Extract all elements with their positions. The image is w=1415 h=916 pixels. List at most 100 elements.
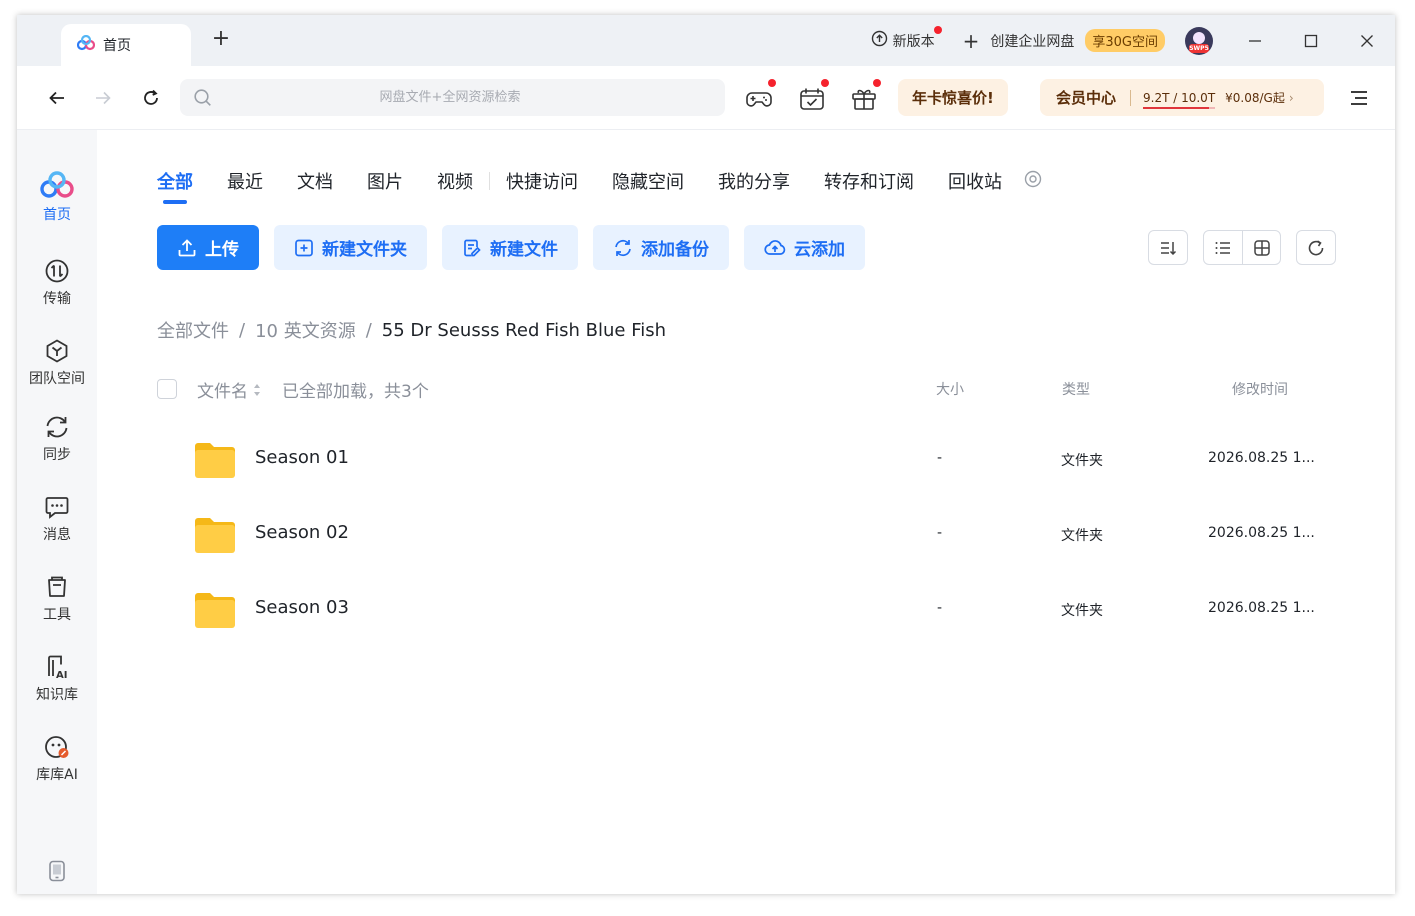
new-folder-button[interactable]: 新建文件夹 xyxy=(274,225,427,270)
sync-icon xyxy=(46,416,68,438)
tab-settings-icon[interactable] xyxy=(1024,170,1042,192)
netdisk-logo-icon xyxy=(40,171,74,198)
sidebar-item-team-space[interactable]: 团队空间 xyxy=(17,338,97,388)
tab-documents[interactable]: 文档 xyxy=(297,168,333,194)
sidebar-item-tools[interactable]: 工具 xyxy=(17,574,97,624)
new-version-label: 新版本 xyxy=(892,33,935,50)
grid-view-button[interactable] xyxy=(1242,230,1280,265)
backup-sync-icon xyxy=(615,239,631,256)
sidebar-item-knowledge-base[interactable]: AI 知识库 xyxy=(17,654,97,704)
toolbar: 年卡惊喜价! 会员中心 9.2T / 10.0T ¥0.08/G起 › xyxy=(17,66,1395,130)
table-row[interactable]: Season 02 - 文件夹 2026.08.25 1... xyxy=(157,505,1395,565)
sidebar-item-transfer[interactable]: 传输 xyxy=(17,258,97,308)
tab-recycle-bin[interactable]: 回收站 xyxy=(948,168,1002,194)
list-icon xyxy=(1215,241,1230,254)
calendar-check-icon xyxy=(800,88,824,110)
divider xyxy=(1130,89,1132,106)
sidebar-item-sync[interactable]: 同步 xyxy=(17,414,97,464)
sort-toggle-icon xyxy=(254,383,260,396)
select-all-checkbox[interactable] xyxy=(157,379,177,399)
tab-transfers-subscriptions[interactable]: 转存和订阅 xyxy=(824,168,914,194)
minimize-button[interactable] xyxy=(1227,15,1283,66)
file-name[interactable]: Season 02 xyxy=(255,522,349,543)
annual-promo-button[interactable]: 年卡惊喜价! xyxy=(898,79,1008,116)
search-box[interactable] xyxy=(180,79,725,116)
tab-images[interactable]: 图片 xyxy=(367,168,403,194)
maximize-button[interactable] xyxy=(1283,15,1339,66)
vip-center-button[interactable]: 会员中心 9.2T / 10.0T ¥0.08/G起 › xyxy=(1040,79,1324,116)
mobile-device-button[interactable] xyxy=(17,860,97,882)
tab-recent[interactable]: 最近 xyxy=(227,168,263,194)
folder-icon xyxy=(193,515,237,559)
add-backup-button[interactable]: 添加备份 xyxy=(593,225,729,270)
main-menu-button[interactable] xyxy=(1348,87,1370,109)
close-button[interactable] xyxy=(1339,15,1395,66)
breadcrumb-item[interactable]: 全部文件 xyxy=(157,317,229,343)
kuku-ai-icon xyxy=(45,736,69,758)
table-row[interactable]: Season 01 - 文件夹 2026.08.25 1... xyxy=(157,430,1395,490)
game-button[interactable] xyxy=(744,79,776,114)
notification-dot xyxy=(873,79,881,87)
sidebar-item-label: 库库AI xyxy=(36,767,78,783)
new-tab-button[interactable]: + xyxy=(209,27,233,51)
breadcrumb-separator: / xyxy=(365,319,372,341)
search-input[interactable] xyxy=(220,79,680,116)
create-enterprise-label: 创建企业网盘 xyxy=(990,33,1075,50)
add-folder-icon xyxy=(295,239,313,256)
cloud-add-button[interactable]: 云添加 xyxy=(744,225,865,270)
new-file-button[interactable]: 新建文件 xyxy=(442,225,578,270)
gift-button[interactable] xyxy=(849,79,881,114)
sidebar-item-home[interactable]: 首页 xyxy=(17,170,97,224)
notification-dot xyxy=(821,79,829,87)
sort-icon xyxy=(1149,230,1187,265)
file-type: 文件夹 xyxy=(1061,453,1103,469)
checkin-button[interactable] xyxy=(797,79,829,114)
new-version-button[interactable]: 新版本 xyxy=(871,26,942,51)
new-folder-label: 新建文件夹 xyxy=(322,240,407,260)
list-view-button[interactable] xyxy=(1204,230,1242,265)
category-tabs: 全部 最近 文档 图片 视频 快捷访问 隐藏空间 我的分享 转存和订阅 回收站 xyxy=(157,168,1042,204)
file-mtime: 2026.08.25 1... xyxy=(1208,600,1315,616)
storage-quota: 9.2T / 10.0T xyxy=(1143,90,1216,109)
refresh-button[interactable] xyxy=(139,86,163,110)
upgrade-icon xyxy=(871,30,888,51)
create-enterprise-button[interactable]: + 创建企业网盘 享30G空间 xyxy=(963,29,1165,52)
quota-bar xyxy=(1143,106,1216,109)
upload-button[interactable]: 上传 xyxy=(157,225,259,270)
sidebar-item-message[interactable]: 消息 xyxy=(17,494,97,544)
tab-home[interactable]: 首页 xyxy=(61,24,191,66)
tab-videos[interactable]: 视频 xyxy=(437,168,473,194)
transfer-icon xyxy=(45,259,69,283)
notification-dot xyxy=(768,79,776,87)
quota-text: 9.2T / 10.0T xyxy=(1143,90,1216,105)
reload-button[interactable] xyxy=(1296,230,1336,265)
tab-all[interactable]: 全部 xyxy=(157,168,193,204)
sidebar-item-kuku-ai[interactable]: 库库AI xyxy=(17,734,97,784)
tab-hidden-space[interactable]: 隐藏空间 xyxy=(612,168,684,194)
upload-icon xyxy=(178,238,196,256)
netdisk-logo-icon xyxy=(76,34,96,55)
price-text: ¥0.08/G起 xyxy=(1225,91,1285,105)
grid-icon xyxy=(1253,239,1270,256)
tab-quick-access[interactable]: 快捷访问 xyxy=(506,168,578,194)
forward-button[interactable] xyxy=(91,86,115,110)
file-mtime: 2026.08.25 1... xyxy=(1208,525,1315,541)
file-name[interactable]: Season 03 xyxy=(255,597,349,618)
breadcrumb-item[interactable]: 10 英文资源 xyxy=(255,317,356,343)
back-button[interactable] xyxy=(45,86,69,110)
tab-my-shares[interactable]: 我的分享 xyxy=(718,168,790,194)
team-space-icon xyxy=(46,339,68,363)
file-name[interactable]: Season 01 xyxy=(255,447,349,468)
arrow-left-icon xyxy=(49,91,64,105)
name-column-header[interactable]: 文件名 xyxy=(197,377,261,402)
size-column-header[interactable]: 大小 xyxy=(936,379,964,399)
table-row[interactable]: Season 03 - 文件夹 2026.08.25 1... xyxy=(157,580,1395,640)
file-size: - xyxy=(937,600,943,616)
message-icon xyxy=(45,497,69,519)
chevron-right-icon: › xyxy=(1288,90,1294,105)
mtime-column-header[interactable]: 修改时间 xyxy=(1232,379,1288,399)
type-column-header[interactable]: 类型 xyxy=(1062,379,1090,399)
sort-button[interactable] xyxy=(1148,230,1188,265)
avatar[interactable]: SWP5 xyxy=(1185,26,1213,55)
avatar-label: SWP5 xyxy=(1189,43,1209,53)
